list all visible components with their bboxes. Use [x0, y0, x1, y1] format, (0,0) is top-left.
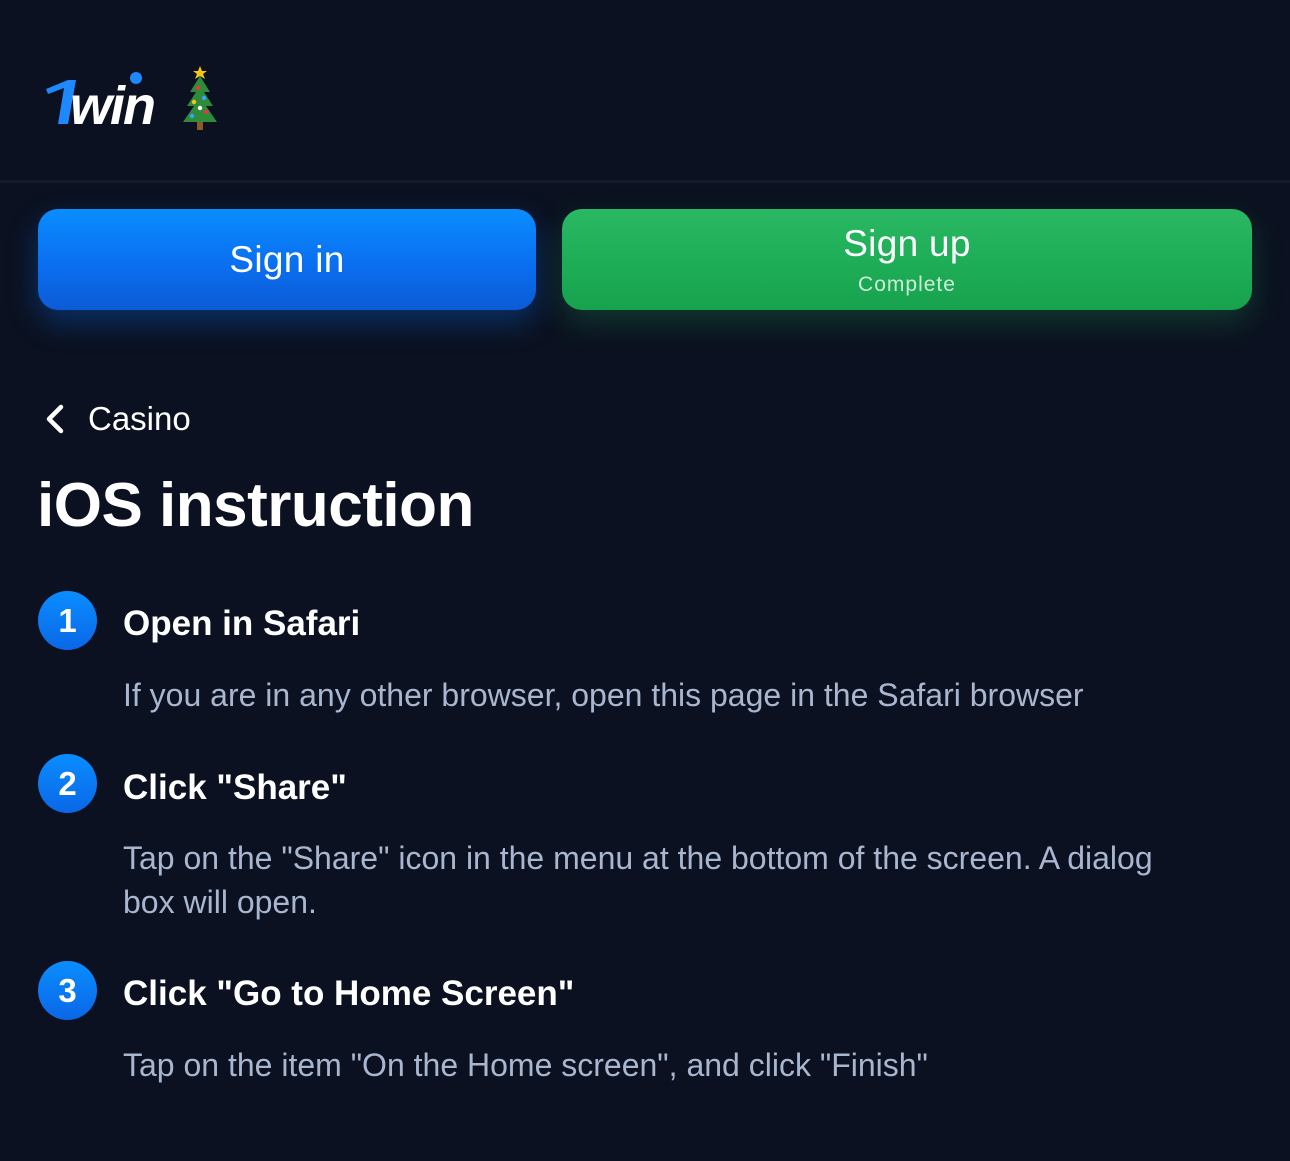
christmas-tree-icon	[183, 66, 217, 130]
step-number-badge: 1	[38, 591, 97, 650]
step-title: Click "Go to Home Screen"	[123, 974, 575, 1013]
header: win	[0, 0, 1290, 183]
chevron-left-icon	[46, 404, 64, 434]
sign-up-label: Sign up	[843, 222, 971, 264]
back-link-label: Casino	[88, 400, 191, 437]
step-description: Tap on the "Share" icon in the menu at t…	[123, 840, 1153, 920]
step-title: Open in Safari	[123, 604, 361, 643]
sign-up-button[interactable]: Sign up Complete	[562, 209, 1252, 310]
sign-in-button[interactable]: Sign in	[38, 209, 536, 310]
step-number-badge: 3	[38, 961, 97, 1020]
sign-in-label: Sign in	[229, 238, 345, 280]
svg-text:win: win	[70, 76, 154, 132]
step-description: Tap on the item "On the Home screen", an…	[123, 1047, 928, 1083]
step-description: If you are in any other browser, open th…	[123, 677, 1084, 713]
page-title: iOS instruction	[37, 471, 474, 540]
sign-up-sublabel: Complete	[858, 272, 956, 296]
step-title: Click "Share"	[123, 768, 347, 807]
step-number-badge: 2	[38, 754, 97, 813]
back-link-casino[interactable]: Casino	[42, 396, 191, 442]
brand-logo[interactable]: win	[44, 62, 224, 136]
